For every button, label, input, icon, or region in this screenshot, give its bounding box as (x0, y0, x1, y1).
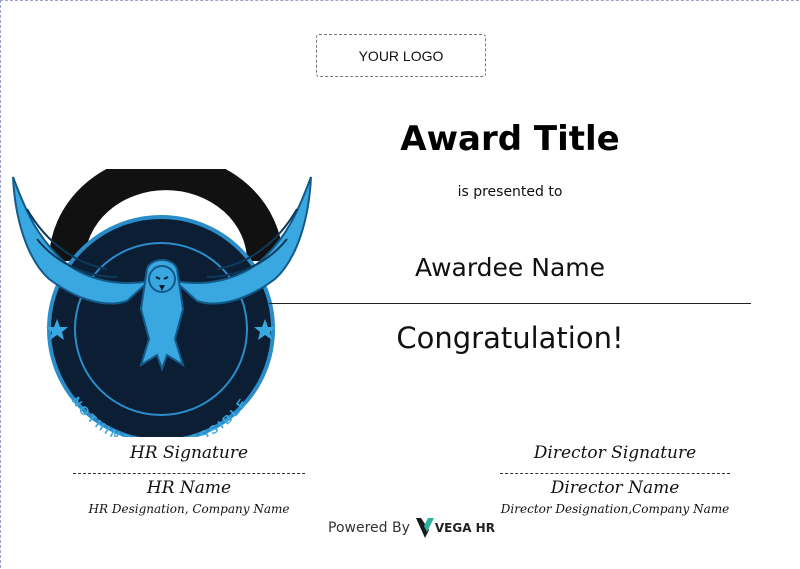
powered-by-text: Powered By (328, 520, 410, 536)
director-signature-label: Director Signature (533, 443, 697, 463)
hr-signature-label: HR Signature (129, 443, 249, 463)
vega-hr-logo-icon (415, 518, 434, 538)
powered-by[interactable]: Powered By VEGA HR (328, 517, 495, 539)
director-signature-block: Director Signature Director Name Directo… (491, 443, 739, 516)
awardee-name: Awardee Name (414, 253, 606, 282)
director-signature-line (500, 473, 730, 474)
congratulation-text: Congratulation! (396, 321, 624, 355)
brand-logo: VEGA HR (415, 517, 495, 539)
hr-signature-block: HR Signature HR Name HR Designation, Com… (61, 443, 317, 516)
logo-placeholder-text: YOUR LOGO (358, 47, 444, 64)
award-title: Award Title (400, 119, 620, 159)
hr-signature-line (73, 473, 305, 474)
brand-name: VEGA HR (434, 521, 495, 535)
director-name: Director Name (550, 478, 680, 498)
presented-text: is presented to (457, 184, 563, 200)
awardee-underline (269, 303, 751, 304)
hr-name: HR Name (146, 478, 232, 498)
logo-placeholder[interactable]: YOUR LOGO (316, 34, 486, 77)
director-designation: Director Designation,Company Name (500, 502, 730, 516)
certificate: YOUR LOGO NOTHING IS IMPOSSIBLE Award Ti… (0, 0, 799, 568)
hr-designation: HR Designation, Company Name (88, 502, 290, 516)
